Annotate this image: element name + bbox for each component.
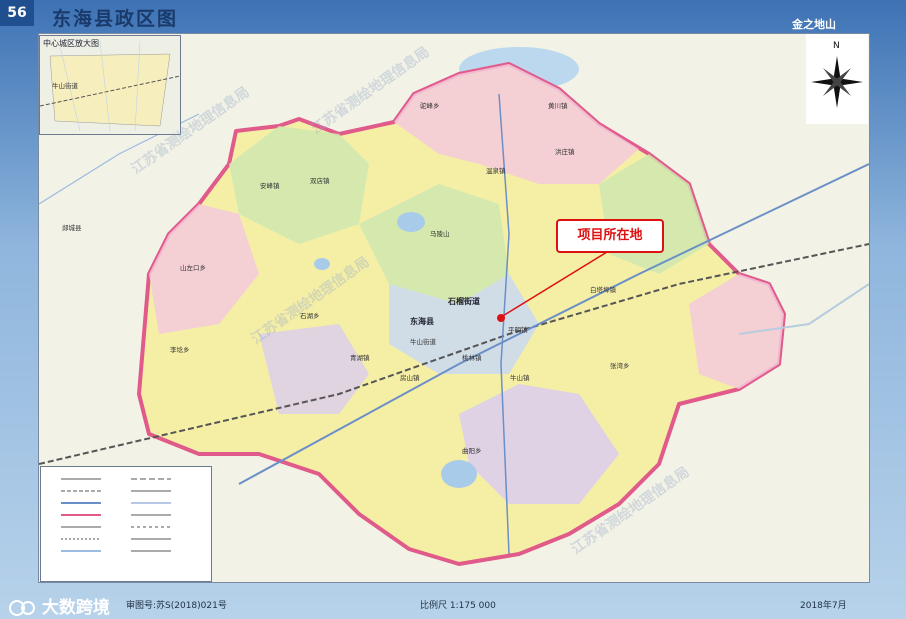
place-label: 曲阳乡 — [462, 447, 482, 455]
place-label: 青湖镇 — [350, 354, 370, 362]
place-label: 东海县 — [410, 317, 434, 326]
brand-name: 大数跨境 — [41, 598, 110, 618]
map-scale: 比例尺 1:175 000 — [420, 601, 496, 611]
inset-title: 中心城区放大图 — [43, 39, 99, 48]
place-label: 李埝乡 — [170, 346, 190, 354]
place-label: 石榴街道 — [448, 297, 480, 306]
place-label: 黄川镇 — [548, 102, 568, 110]
reservoir-1 — [397, 212, 425, 232]
legend-symbols — [61, 478, 171, 552]
place-label: 双店镇 — [310, 177, 330, 185]
brand-icon — [9, 600, 35, 616]
svg-text:N: N — [833, 41, 840, 51]
reservoir-3 — [314, 258, 330, 270]
place-label: 马陵山 — [430, 230, 450, 238]
place-label: 驼峰乡 — [420, 102, 440, 110]
inset-map[interactable]: 中心城区放大图 牛山街道 — [39, 35, 181, 135]
review-number: 审图号:苏S(2018)021号 — [126, 601, 227, 611]
publish-date: 2018年7月 — [800, 601, 847, 611]
place-label: 温泉镇 — [486, 167, 506, 175]
reservoir-2 — [441, 460, 477, 488]
project-location-marker — [497, 314, 505, 322]
page-number: 56 — [0, 0, 34, 26]
place-label: 郯城县 — [62, 224, 82, 232]
brand-logo: 大数跨境 — [8, 593, 110, 618]
place-label: 安峰镇 — [260, 182, 280, 190]
corner-text: 金之地山 — [792, 18, 836, 31]
map-title: 东海县政区图 — [52, 8, 179, 30]
compass-rose: N — [806, 34, 868, 124]
north-arrow-icon: N — [811, 41, 863, 108]
place-label: 山左口乡 — [180, 264, 206, 272]
place-label: 平明镇 — [508, 326, 528, 334]
place-label: 房山镇 — [400, 374, 420, 382]
place-label: 白塔埠镇 — [590, 286, 616, 294]
map-legend — [40, 466, 212, 582]
place-label: 洪庄镇 — [555, 148, 575, 156]
inset-label: 牛山街道 — [52, 82, 78, 90]
project-location-callout: 项目所在地 — [556, 219, 664, 253]
place-label: 桃林镇 — [462, 354, 482, 362]
place-label: 牛山街道 — [410, 338, 436, 346]
place-label: 张湾乡 — [610, 362, 630, 370]
place-label: 牛山镇 — [510, 374, 530, 382]
